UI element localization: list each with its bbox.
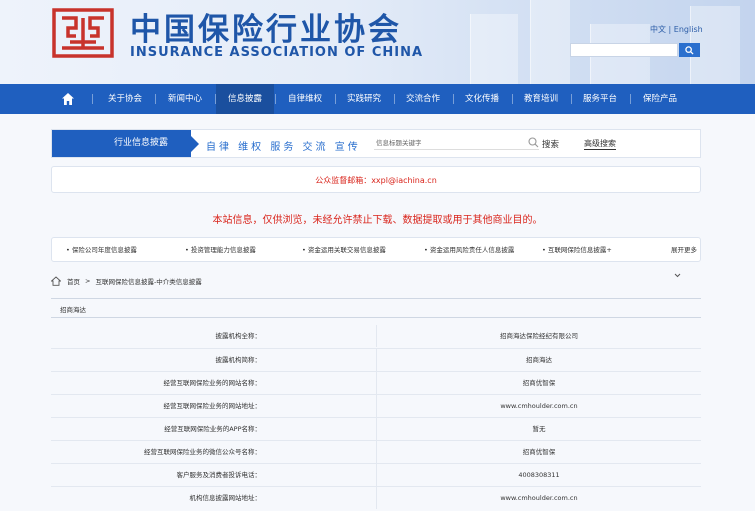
disclosure-label-arrow	[191, 136, 199, 152]
table-row: 机构信息披露网站地址： www.cmhoulder.com.cn	[51, 486, 701, 509]
table-row: 客户服务及消费者投诉电话： 4008308311	[51, 463, 701, 486]
category-item-internet-insurance[interactable]: • 互联网保险信息披露+	[542, 238, 612, 263]
home-icon[interactable]	[51, 276, 61, 286]
nav-item-about[interactable]: 关于协会	[97, 84, 153, 114]
lang-separator: |	[668, 25, 672, 34]
breadcrumb: 首页 > 互联网保险信息披露-中介类信息披露	[51, 275, 207, 287]
disclosure-label: 行业信息披露	[52, 130, 191, 157]
nav-item-products[interactable]: 保险产品	[630, 84, 690, 114]
site-title-cn: 中国保险行业协会	[130, 12, 402, 48]
lang-en-link[interactable]: English	[674, 25, 703, 34]
field-value: 招商优智保	[376, 441, 701, 463]
field-value: 招商优智保	[376, 372, 701, 394]
field-label: 经营互联网保险业务的网站地址：	[163, 402, 262, 410]
lang-cn-link[interactable]: 中文	[650, 25, 666, 34]
table-row: 经营互联网保险业务的微信公众号名称： 招商优智保	[51, 440, 701, 463]
nav-item-disclosure[interactable]: 信息披露	[216, 84, 274, 114]
field-value: www.cmhoulder.com.cn	[376, 395, 701, 417]
disclosure-search-bar: 行业信息披露 自律 维权 服务 交流 宣传 信息标题关键字 搜索 高级搜索	[51, 129, 701, 158]
search-icon[interactable]	[528, 137, 539, 148]
breadcrumb-current[interactable]: 互联网保险信息披露-中介类信息披露	[95, 276, 201, 286]
nav-item-news[interactable]: 新闻中心	[157, 84, 213, 114]
disclosure-slogan: 自律 维权 服务 交流 宣传	[206, 142, 361, 153]
advanced-search-link[interactable]: 高级搜索	[584, 138, 616, 150]
category-item-related-transactions[interactable]: • 资金运用关联交易信息披露	[302, 238, 386, 263]
building-decoration	[530, 0, 570, 84]
field-label: 披露机构全称：	[215, 332, 262, 340]
association-logo[interactable]	[50, 6, 116, 60]
site-title-en: INSURANCE ASSOCIATION OF CHINA	[130, 45, 424, 60]
disclosure-search-button[interactable]: 搜索	[542, 138, 559, 150]
section-title: 招商海达	[60, 306, 86, 314]
field-label: 经营互联网保险业务的APP名称：	[164, 425, 261, 433]
search-icon	[685, 45, 694, 55]
expand-more-button[interactable]: 展开更多	[671, 238, 700, 288]
field-label: 客户服务及消费者投诉电话：	[176, 471, 262, 479]
field-label: 披露机构简称：	[215, 356, 262, 364]
nav-item-services[interactable]: 服务平台	[571, 84, 629, 114]
breadcrumb-home[interactable]: 首页	[67, 276, 80, 286]
nav-item-cooperation[interactable]: 交流合作	[394, 84, 452, 114]
category-item-annual[interactable]: • 保险公司年度信息披露	[66, 238, 137, 263]
header-search-button[interactable]	[679, 43, 700, 57]
copyright-warning: 本站信息，仅供浏览，未经允许禁止下载、数据提取或用于其他商业目的。	[212, 215, 543, 226]
nav-item-culture[interactable]: 文化传播	[453, 84, 511, 114]
field-value: 4008308311	[376, 464, 701, 486]
disclosure-info-table: 披露机构全称： 招商海达保险经纪有限公司 披露机构简称： 招商海达 经营互联网保…	[51, 325, 701, 509]
main-nav: 关于协会 新闻中心 信息披露 自律维权 实践研究 交流合作 文化传播 教育培训 …	[0, 84, 755, 114]
breadcrumb-separator: >	[85, 277, 91, 285]
field-label: 机构信息披露网站地址：	[189, 494, 262, 502]
category-item-investment[interactable]: • 投资管理能力信息披露	[185, 238, 256, 263]
field-value: 招商海达	[376, 349, 701, 371]
table-row: 经营互联网保险业务的APP名称： 暂无	[51, 417, 701, 440]
chevron-down-icon	[674, 273, 681, 277]
table-row: 披露机构全称： 招商海达保险经纪有限公司	[51, 325, 701, 348]
header-search-input[interactable]	[570, 43, 678, 57]
field-label: 经营互联网保险业务的微信公众号名称：	[144, 448, 261, 456]
category-item-risk-officer[interactable]: • 资金运用风险责任人信息披露	[424, 238, 514, 263]
language-switch: 中文 | English	[650, 24, 703, 35]
nav-item-self-regulation[interactable]: 自律维权	[276, 84, 334, 114]
table-row: 经营互联网保险业务的网站地址： www.cmhoulder.com.cn	[51, 394, 701, 417]
divider	[51, 298, 701, 299]
field-label: 经营互联网保险业务的网站名称：	[163, 379, 262, 387]
nav-divider	[92, 94, 93, 104]
disclosure-search-input[interactable]: 信息标题关键字	[374, 137, 539, 150]
nav-item-research[interactable]: 实践研究	[335, 84, 393, 114]
site-header: 中国保险行业协会 INSURANCE ASSOCIATION OF CHINA …	[0, 0, 755, 84]
field-value: www.cmhoulder.com.cn	[376, 487, 701, 509]
category-tabs: • 保险公司年度信息披露 • 投资管理能力信息披露 • 资金运用关联交易信息披露…	[51, 237, 701, 277]
home-icon[interactable]	[61, 92, 75, 106]
expand-more-label: 展开更多	[671, 246, 697, 254]
field-value: 招商海达保险经纪有限公司	[376, 325, 701, 347]
supervision-email-notice: 公众监督邮箱：xxpl@iachina.cn	[51, 166, 701, 193]
nav-divider	[155, 94, 156, 104]
building-decoration	[470, 14, 518, 84]
divider	[51, 317, 701, 318]
table-row: 披露机构简称： 招商海达	[51, 348, 701, 371]
nav-item-education[interactable]: 教育培训	[512, 84, 570, 114]
field-value: 暂无	[376, 418, 701, 440]
table-row: 经营互联网保险业务的网站名称： 招商优智保	[51, 371, 701, 394]
